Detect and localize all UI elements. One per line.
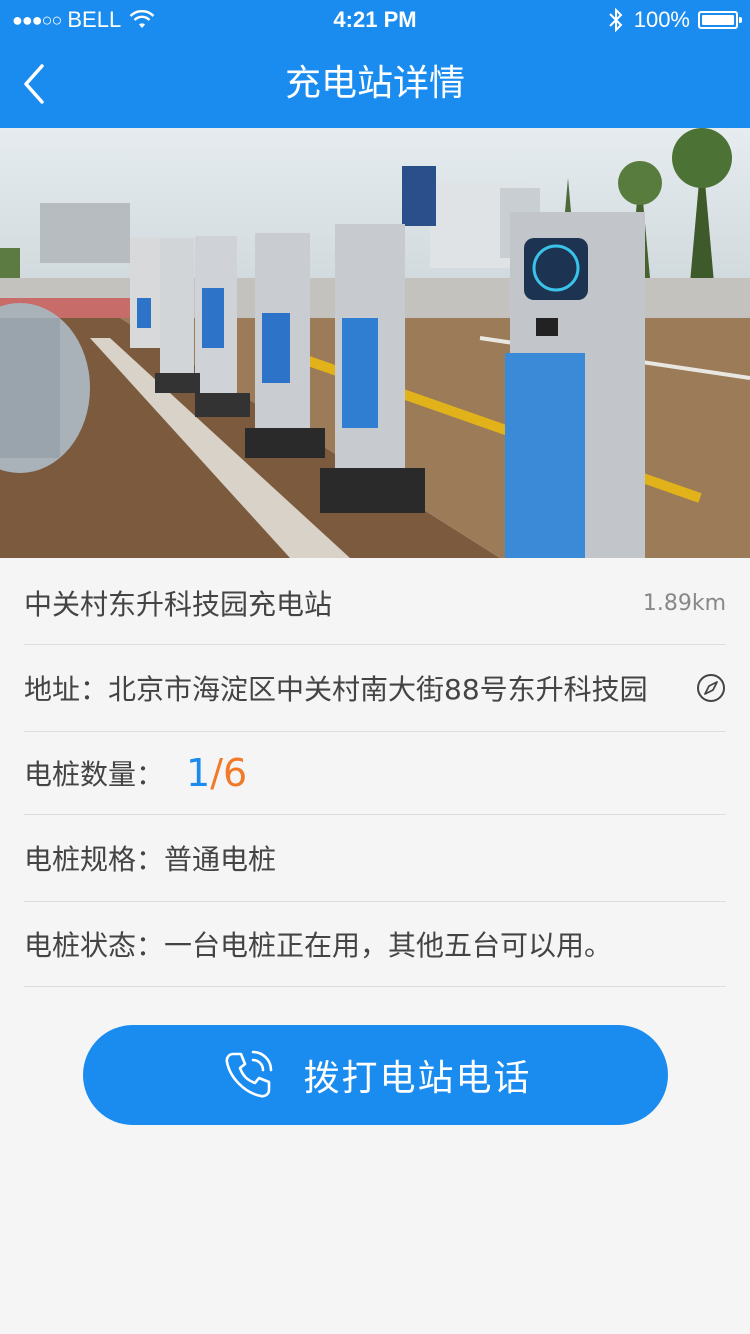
count-in-use: 1 bbox=[186, 751, 211, 795]
count-label: 电桩数量： bbox=[24, 758, 165, 791]
call-button-label: 拨打电站电话 bbox=[303, 1058, 532, 1099]
count-row: 电桩数量： 1 / 6 bbox=[24, 732, 726, 815]
top-bar: ●●●○○ BELL 4:21 PM 100% 充电站详情 bbox=[0, 0, 750, 128]
state-value: 一台电桩正在用，其他五台可以用。 bbox=[164, 929, 613, 962]
address-label: 地址： bbox=[24, 673, 109, 706]
state-label: 电桩状态： bbox=[24, 929, 165, 962]
station-distance: 1.89km bbox=[642, 590, 726, 616]
station-info: 中关村东升科技园充电站 1.89km 地址： 北京市海淀区中关村南大街88号东升… bbox=[0, 562, 750, 987]
status-bar: ●●●○○ BELL 4:21 PM 100% bbox=[0, 0, 750, 40]
state-row: 电桩状态： 一台电桩正在用，其他五台可以用。 bbox=[24, 902, 726, 987]
spec-label: 电桩规格： bbox=[24, 843, 165, 876]
compass-icon[interactable] bbox=[696, 673, 726, 703]
count-total: 6 bbox=[223, 751, 248, 795]
address-value: 北京市海淀区中关村南大街88号东升科技园 bbox=[108, 673, 648, 706]
spec-row: 电桩规格： 普通电桩 bbox=[24, 815, 726, 902]
nav-bar: 充电站详情 bbox=[0, 40, 750, 128]
station-name: 中关村东升科技园充电站 bbox=[24, 588, 333, 621]
station-photo bbox=[0, 128, 750, 558]
phone-icon bbox=[225, 1050, 273, 1098]
count-separator: / bbox=[210, 751, 224, 795]
page-title: 充电站详情 bbox=[284, 63, 465, 104]
call-station-button[interactable]: 拨打电站电话 bbox=[83, 1025, 668, 1125]
battery-percent: 100% bbox=[633, 7, 690, 32]
station-name-row: 中关村东升科技园充电站 1.89km bbox=[24, 562, 726, 645]
battery-icon bbox=[698, 11, 742, 29]
address-row[interactable]: 地址： 北京市海淀区中关村南大街88号东升科技园 bbox=[24, 645, 726, 732]
bluetooth-icon bbox=[609, 8, 623, 32]
spec-value: 普通电桩 bbox=[164, 843, 277, 876]
